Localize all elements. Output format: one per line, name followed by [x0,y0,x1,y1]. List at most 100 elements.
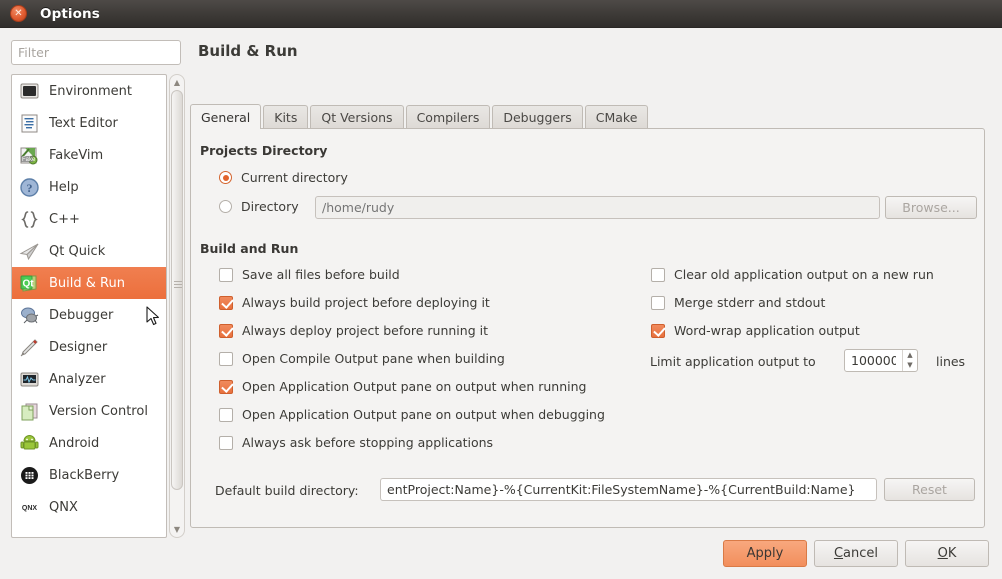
checkmark-icon[interactable] [219,380,233,394]
window-title: Options [40,6,100,22]
spinner-up-icon[interactable]: ▲ [903,350,917,361]
checkbox-always-deploy-project-before-running-it[interactable]: Always deploy project before running it [219,323,488,338]
tab-general[interactable]: General [190,104,261,129]
copy-pages-icon [18,400,40,422]
checkbox-always-build-project-before-deploying-it[interactable]: Always build project before deploying it [219,295,490,310]
checkbox-open-compile-output-pane-when-building[interactable]: Open Compile Output pane when building [219,351,505,366]
sidebar-item-label: Designer [49,340,107,355]
sidebar-item-label: Text Editor [49,116,118,131]
limit-output-spinbox[interactable]: ▲ ▼ [844,349,918,372]
window-titlebar: ✕ Options [0,0,1002,28]
checkbox-label: Merge stderr and stdout [674,295,825,310]
tab-compilers[interactable]: Compilers [406,105,491,129]
projects-directory-path-input[interactable] [315,196,880,219]
radio-directory-indicator[interactable] [219,200,232,213]
browse-button[interactable]: Browse... [885,196,977,219]
sidebar-item-label: Build & Run [49,276,125,291]
default-build-directory-label: Default build directory: [215,483,359,498]
checkbox-always-ask-before-stopping-applications[interactable]: Always ask before stopping applications [219,435,493,450]
radio-current-directory[interactable]: Current directory [219,170,348,185]
sidebar-item-text-editor[interactable]: Text Editor [12,107,166,139]
spinner-down-icon[interactable]: ▼ [903,361,917,372]
sidebar-item-designer[interactable]: Designer [12,331,166,363]
pencil-ruler-icon [18,336,40,358]
sidebar-item-label: Android [49,436,99,451]
checkmark-icon[interactable] [651,324,665,338]
projects-directory-group-title: Projects Directory [200,143,327,158]
checkmark-icon[interactable] [219,324,233,338]
checkbox-word-wrap-application-output[interactable]: Word-wrap application output [651,323,860,338]
svg-text:Qt: Qt [22,278,34,289]
blackberry-icon [18,464,40,486]
checkmark-icon[interactable] [219,296,233,310]
category-list-scrollbar[interactable]: ▲ ▼ [169,74,185,538]
paper-plane-icon [18,240,40,262]
radio-directory-label: Directory [241,199,299,214]
scrollbar-thumb[interactable] [171,90,183,490]
checkbox-label: Always ask before stopping applications [242,435,493,450]
checkbox-open-application-output-pane-on-output-when-debugging[interactable]: Open Application Output pane on output w… [219,407,605,422]
ok-button[interactable]: OK [905,540,989,567]
checkbox-label: Always deploy project before running it [242,323,488,338]
tab-cmake[interactable]: CMake [585,105,649,129]
tab-bar[interactable]: GeneralKitsQt VersionsCompilersDebuggers… [190,104,650,129]
sidebar-item-environment[interactable]: Environment [12,75,166,107]
sidebar-item-qnx[interactable]: QNX QNX [12,491,166,523]
options-dialog: Build & Run Environment Text Editor Fake… [0,28,1002,579]
radio-directory[interactable]: Directory [219,199,299,214]
sidebar-item-version-control[interactable]: Version Control [12,395,166,427]
category-list[interactable]: Environment Text Editor Fake FakeVim ?Hel… [11,74,167,538]
cancel-button[interactable]: Cancel [814,540,898,567]
sidebar-item-label: FakeVim [49,148,103,163]
checkbox-open-application-output-pane-on-output-when-running[interactable]: Open Application Output pane on output w… [219,379,586,394]
reset-button[interactable]: Reset [884,478,975,501]
tab-qt-versions[interactable]: Qt Versions [310,105,403,129]
checkbox-empty-icon[interactable] [219,268,233,282]
checkbox-clear-old-application-output-on-a-new-run[interactable]: Clear old application output on a new ru… [651,267,934,282]
checkbox-label: Word-wrap application output [674,323,860,338]
scroll-up-arrow-icon[interactable]: ▲ [170,76,184,89]
sidebar-item-build-run[interactable]: Qt Build & Run [12,267,166,299]
braces-icon [18,208,40,230]
checkbox-empty-icon[interactable] [219,408,233,422]
sidebar-item-label: Environment [49,84,132,99]
qnx-icon: QNX [18,496,40,518]
checkbox-label: Always build project before deploying it [242,295,490,310]
scrollbar-grip-icon [174,281,182,290]
bug-icon [18,304,40,326]
sidebar-item-fakevim[interactable]: Fake FakeVim [12,139,166,171]
text-document-icon [18,112,40,134]
checkbox-label: Open Application Output pane on output w… [242,379,586,394]
sidebar-item-qt-quick[interactable]: Qt Quick [12,235,166,267]
apply-button[interactable]: Apply [723,540,807,567]
checkbox-empty-icon[interactable] [651,268,665,282]
sidebar-item-label: QNX [49,500,78,515]
checkbox-label: Clear old application output on a new ru… [674,267,934,282]
default-build-directory-input[interactable] [380,478,877,501]
sidebar-item-c[interactable]: C++ [12,203,166,235]
svg-text:Fake: Fake [22,157,36,163]
sidebar-item-help[interactable]: ?Help [12,171,166,203]
checkbox-merge-stderr-and-stdout[interactable]: Merge stderr and stdout [651,295,825,310]
sidebar-item-label: Help [49,180,79,195]
limit-output-input[interactable] [845,350,902,371]
checkbox-empty-icon[interactable] [651,296,665,310]
limit-output-unit-label: lines [936,354,965,369]
checkbox-empty-icon[interactable] [219,352,233,366]
checkbox-label: Save all files before build [242,267,400,282]
sidebar-item-label: Debugger [49,308,113,323]
tab-kits[interactable]: Kits [263,105,308,129]
checkbox-label: Open Compile Output pane when building [242,351,505,366]
sidebar-item-analyzer[interactable]: Analyzer [12,363,166,395]
radio-current-directory-indicator[interactable] [219,171,232,184]
fakevim-icon: Fake [18,144,40,166]
close-icon[interactable]: ✕ [10,5,27,22]
svg-text:QNX: QNX [21,505,37,512]
tab-debuggers[interactable]: Debuggers [492,105,582,129]
sidebar-item-android[interactable]: Android [12,427,166,459]
sidebar-item-debugger[interactable]: Debugger [12,299,166,331]
checkbox-empty-icon[interactable] [219,436,233,450]
sidebar-item-blackberry[interactable]: BlackBerry [12,459,166,491]
filter-input[interactable] [11,40,181,65]
checkbox-save-all-files-before-build[interactable]: Save all files before build [219,267,400,282]
